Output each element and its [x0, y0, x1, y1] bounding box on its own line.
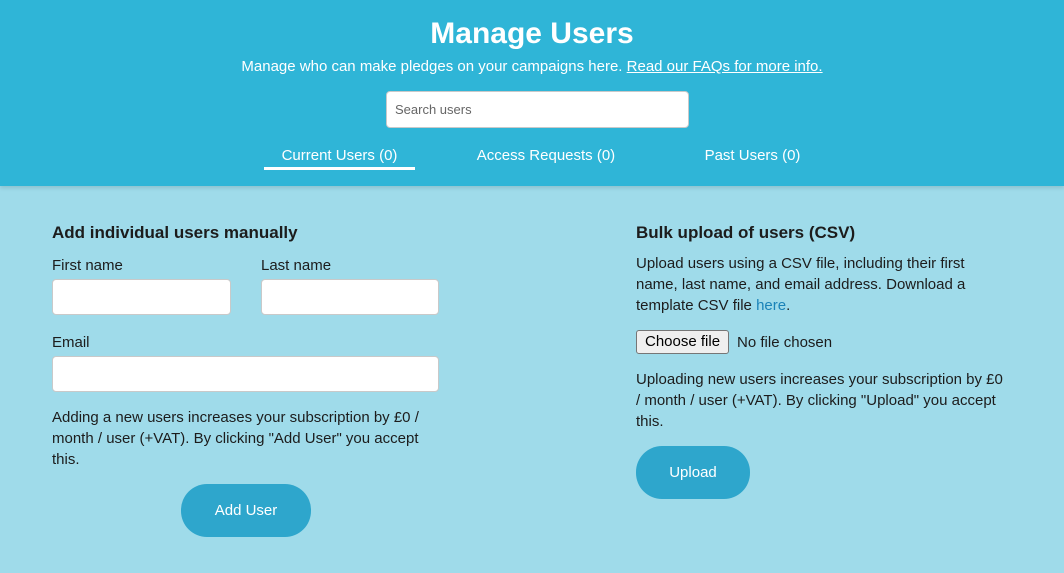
first-name-label: First name: [52, 257, 123, 274]
bulk-subscription-notice: Uploading new users increases your subsc…: [636, 371, 1003, 430]
manual-add-heading: Add individual users manually: [52, 223, 298, 242]
tab-access-requests[interactable]: Access Requests (0): [475, 146, 617, 166]
file-status: No file chosen: [737, 333, 833, 351]
page-subtitle: Manage who can make pledges on your camp…: [0, 58, 1064, 76]
faq-link[interactable]: Read our FAQs for more info.: [627, 58, 823, 75]
file-picker: Choose file No file chosen: [636, 330, 832, 354]
template-csv-link[interactable]: here: [756, 297, 786, 314]
email-field[interactable]: [52, 356, 439, 392]
last-name-label: Last name: [261, 257, 332, 274]
subtitle-text: Manage who can make pledges on your camp…: [241, 58, 623, 75]
bulk-description-text: Upload users using a CSV file, including…: [636, 255, 966, 314]
tab-past-users[interactable]: Past Users (0): [704, 146, 801, 166]
add-user-button[interactable]: Add User: [181, 484, 311, 537]
email-label: Email: [52, 334, 90, 351]
first-name-field[interactable]: [52, 279, 231, 315]
bulk-description-end: .: [786, 297, 791, 314]
last-name-field[interactable]: [261, 279, 439, 315]
tab-current-users[interactable]: Current Users (0): [264, 146, 415, 170]
upload-button[interactable]: Upload: [636, 446, 750, 499]
manual-subscription-notice: Adding a new users increases your subscr…: [52, 409, 419, 468]
choose-file-button[interactable]: Choose file: [636, 330, 730, 354]
bulk-upload-heading: Bulk upload of users (CSV): [636, 223, 856, 242]
bulk-upload-description: Upload users using a CSV file, including…: [636, 253, 1006, 316]
page-title: Manage Users: [430, 17, 634, 50]
search-input[interactable]: [386, 91, 689, 128]
header: Manage Users Manage who can make pledges…: [0, 0, 1064, 186]
